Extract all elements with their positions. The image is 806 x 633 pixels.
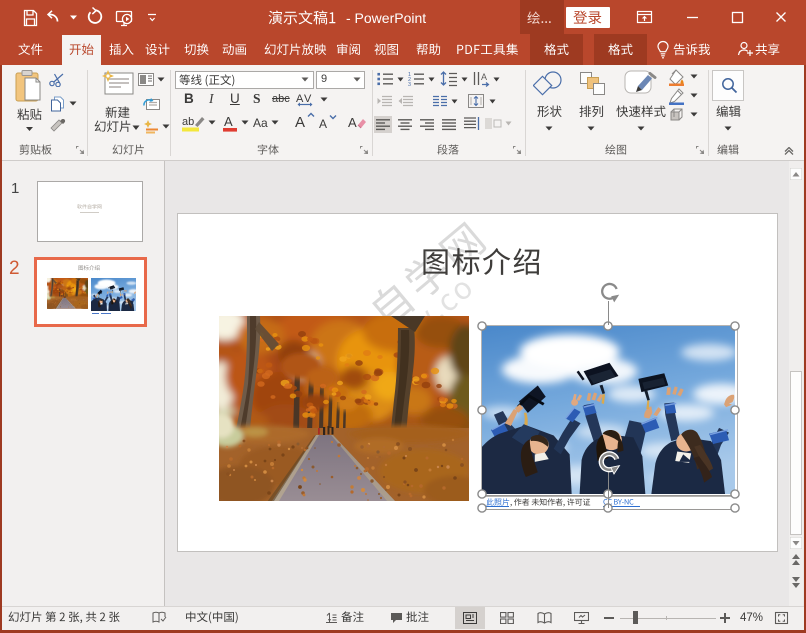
svg-text:A: A — [224, 114, 233, 129]
svg-text:3: 3 — [408, 82, 411, 86]
svg-text:A: A — [295, 114, 305, 130]
svg-text:ab: ab — [182, 116, 194, 128]
svg-text:A: A — [481, 72, 487, 82]
svg-text:A: A — [319, 117, 327, 130]
svg-text:A: A — [348, 115, 357, 130]
